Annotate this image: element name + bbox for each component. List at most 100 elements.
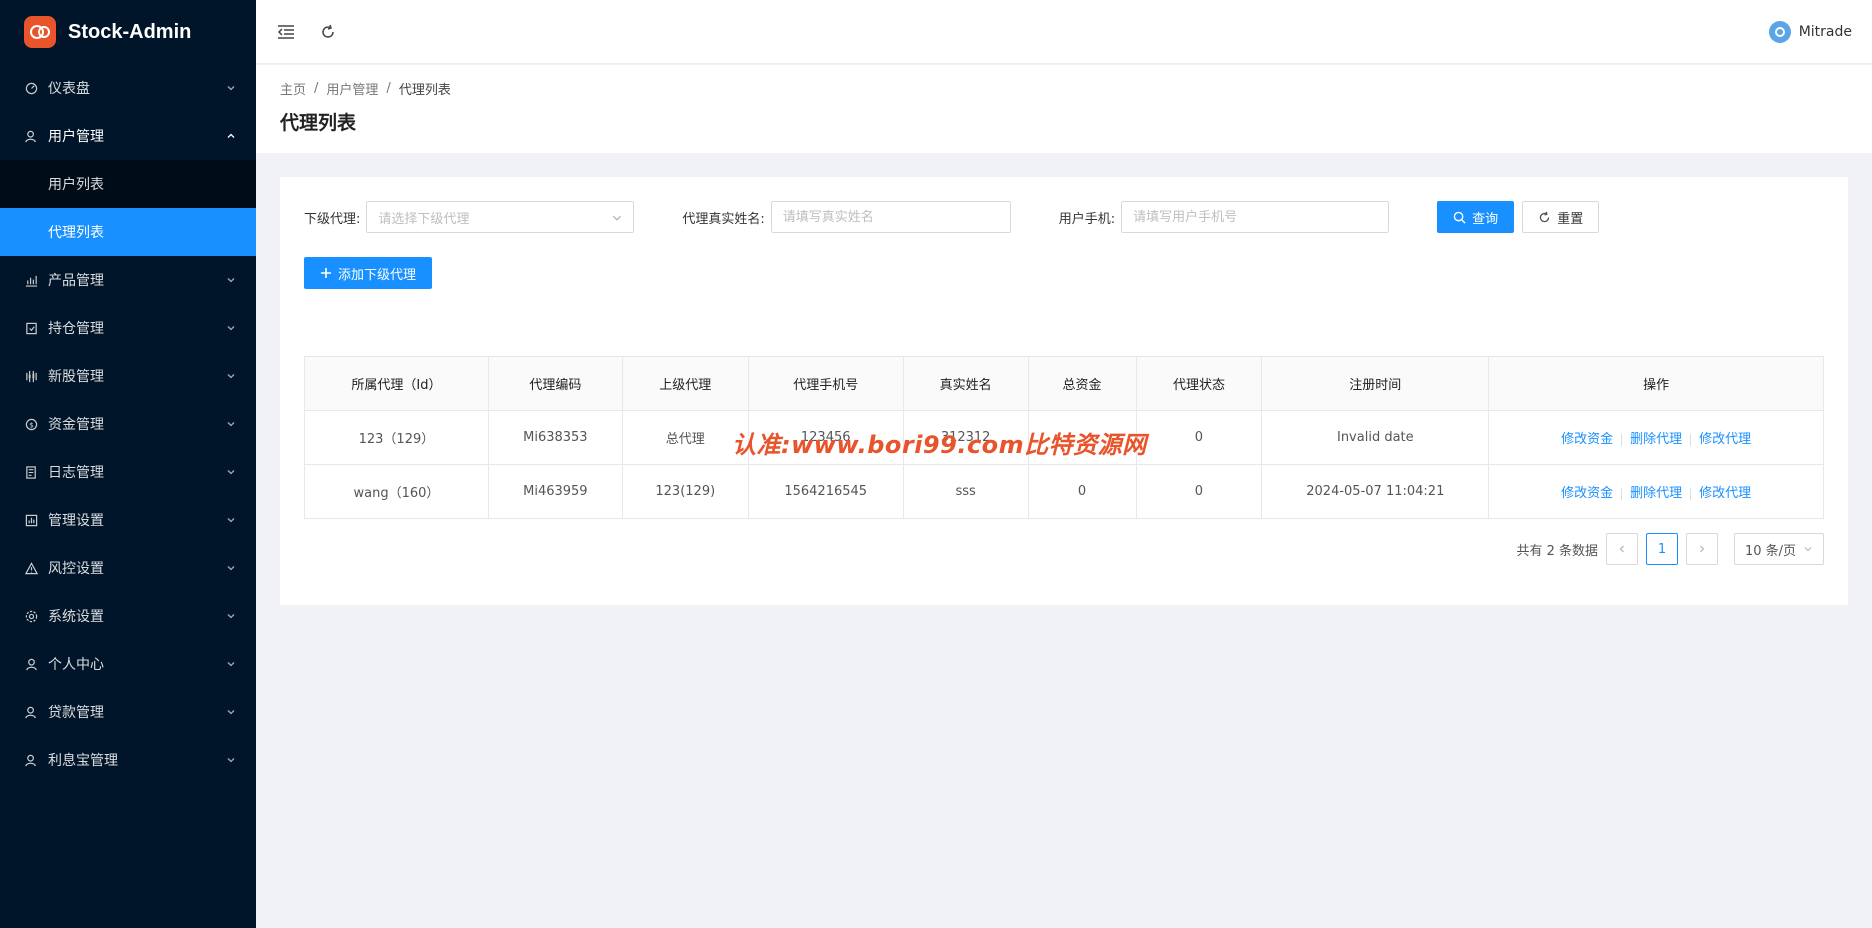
sidebar-item-loans[interactable]: 贷款管理 xyxy=(0,688,256,736)
chevron-down-icon xyxy=(1804,547,1812,552)
sidebar-item-logs[interactable]: 日志管理 xyxy=(0,448,256,496)
plus-icon xyxy=(321,268,331,278)
svg-text:$: $ xyxy=(29,420,34,429)
sidebar-item-label: 产品管理 xyxy=(48,273,104,289)
table-cell: 123（129） xyxy=(304,410,489,465)
user-menu[interactable]: Mitrade xyxy=(1768,20,1852,43)
chevron-down-icon xyxy=(227,662,235,667)
sidebar-item-positions[interactable]: 持仓管理 xyxy=(0,304,256,352)
avatar xyxy=(1768,20,1791,43)
next-page-button[interactable] xyxy=(1686,533,1718,565)
chevron-down-icon xyxy=(227,518,235,523)
breadcrumb-separator: / xyxy=(314,81,319,96)
table-cell: Mi638353 xyxy=(487,410,623,465)
breadcrumb-home[interactable]: 主页 xyxy=(280,79,306,98)
filter-bar: 下级代理: 请选择下级代理 代理真实姓名: 用户手机: 查询 重置 xyxy=(304,201,1824,233)
menu-fold-icon[interactable] xyxy=(276,22,296,42)
column-header: 代理编码 xyxy=(487,356,623,411)
table-cell-actions: 修改资金 删除代理 修改代理 xyxy=(1488,410,1824,465)
sidebar-item-ipo[interactable]: 新股管理 xyxy=(0,352,256,400)
edit-agent-link[interactable]: 修改代理 xyxy=(1699,432,1751,447)
content-card: 下级代理: 请选择下级代理 代理真实姓名: 用户手机: 查询 重置 添加下级代理 xyxy=(280,177,1848,605)
sidebar-item-risk-settings[interactable]: 风控设置 xyxy=(0,544,256,592)
money-icon: $ xyxy=(24,417,38,431)
real-name-label: 代理真实姓名: xyxy=(682,211,765,227)
top-header: Mitrade xyxy=(256,0,1872,64)
search-button[interactable]: 查询 xyxy=(1437,201,1515,233)
sub-agent-placeholder: 请选择下级代理 xyxy=(378,211,470,227)
logo[interactable]: Stock-Admin xyxy=(0,0,256,64)
page-size-select[interactable]: 10 条/页 xyxy=(1734,533,1824,565)
column-header: 注册时间 xyxy=(1261,356,1490,411)
breadcrumb: 主页 / 用户管理 / 代理列表 xyxy=(280,79,1848,98)
reload-icon xyxy=(1539,211,1550,222)
table-cell: 312312 xyxy=(902,410,1029,465)
chevron-down-icon xyxy=(227,86,235,91)
sidebar-item-label: 持仓管理 xyxy=(48,321,104,337)
logo-icon xyxy=(24,16,56,48)
table-cell: wang（160） xyxy=(304,464,489,519)
table-header-row: 所属代理（Id） 代理编码 上级代理 代理手机号 真实姓名 总资金 代理状态 注… xyxy=(304,356,1824,411)
prev-page-button[interactable] xyxy=(1606,533,1638,565)
toolbar: 添加下级代理 xyxy=(304,257,1824,289)
breadcrumb-user-management[interactable]: 用户管理 xyxy=(326,79,378,98)
reset-button[interactable]: 重置 xyxy=(1522,201,1600,233)
sidebar-item-label: 用户管理 xyxy=(48,129,104,145)
sidebar-item-funds[interactable]: $ 资金管理 xyxy=(0,400,256,448)
table-row: 123（129） Mi638353 总代理 123456 312312 0 In… xyxy=(304,410,1824,465)
phone-input[interactable] xyxy=(1121,201,1390,233)
sidebar-item-label: 贷款管理 xyxy=(48,705,104,721)
user-manage-icon xyxy=(24,129,38,143)
sidebar: Stock-Admin 仪表盘 用户管理 用户列表 代理列表 产品管理 持仓管理 xyxy=(0,0,256,928)
sidebar-item-dashboard[interactable]: 仪表盘 xyxy=(0,64,256,112)
table-cell: 总代理 xyxy=(621,410,749,465)
ipo-icon xyxy=(24,369,38,383)
page-size-value: 10 条/页 xyxy=(1745,543,1797,559)
chevron-down-icon xyxy=(227,758,235,763)
chevron-down-icon xyxy=(227,422,235,427)
sidebar-item-user-list[interactable]: 用户列表 xyxy=(0,160,256,208)
edit-funds-link[interactable]: 修改资金 xyxy=(1561,486,1613,501)
sidebar-item-agent-list[interactable]: 代理列表 xyxy=(0,208,256,256)
reset-button-label: 重置 xyxy=(1557,211,1584,227)
sidebar-item-personal-center[interactable]: 个人中心 xyxy=(0,640,256,688)
column-header: 总资金 xyxy=(1027,356,1137,411)
sub-agent-select[interactable]: 请选择下级代理 xyxy=(366,201,635,233)
search-button-label: 查询 xyxy=(1472,211,1499,227)
chevron-up-icon xyxy=(227,133,235,138)
sidebar-item-interest[interactable]: 利息宝管理 xyxy=(0,736,256,784)
divider xyxy=(1621,487,1623,500)
real-name-input[interactable] xyxy=(770,201,1011,233)
chevron-down-icon xyxy=(613,215,622,221)
table-cell: Invalid date xyxy=(1261,410,1490,465)
chevron-down-icon xyxy=(227,374,235,379)
breadcrumb-separator: / xyxy=(386,81,391,96)
sidebar-item-user-management[interactable]: 用户管理 xyxy=(0,112,256,160)
table-cell xyxy=(1027,410,1137,465)
column-header: 代理状态 xyxy=(1135,356,1263,411)
table-row: wang（160） Mi463959 123(129) 1564216545 s… xyxy=(304,464,1824,519)
sidebar-item-admin-settings[interactable]: 管理设置 xyxy=(0,496,256,544)
edit-agent-link[interactable]: 修改代理 xyxy=(1699,486,1751,501)
sidebar-item-label: 利息宝管理 xyxy=(48,753,118,769)
sidebar-item-label: 仪表盘 xyxy=(48,81,90,97)
delete-agent-link[interactable]: 删除代理 xyxy=(1630,432,1682,447)
table-cell: Mi463959 xyxy=(487,464,623,519)
add-sub-agent-label: 添加下级代理 xyxy=(338,267,417,283)
sidebar-item-system-settings[interactable]: 系统设置 xyxy=(0,592,256,640)
table-cell: sss xyxy=(902,464,1029,519)
table-cell: 2024-05-07 11:04:21 xyxy=(1261,464,1490,519)
page-number[interactable]: 1 xyxy=(1646,533,1678,565)
add-sub-agent-button[interactable]: 添加下级代理 xyxy=(304,257,433,289)
column-header: 操作 xyxy=(1488,356,1824,411)
sidebar-item-products[interactable]: 产品管理 xyxy=(0,256,256,304)
edit-funds-link[interactable]: 修改资金 xyxy=(1561,432,1613,447)
reload-icon[interactable] xyxy=(318,22,338,42)
delete-agent-link[interactable]: 删除代理 xyxy=(1630,486,1682,501)
chevron-down-icon xyxy=(227,326,235,331)
chevron-down-icon xyxy=(227,710,235,715)
sub-agent-label: 下级代理: xyxy=(304,211,361,227)
sidebar-item-label: 系统设置 xyxy=(48,609,104,625)
sidebar-item-label: 新股管理 xyxy=(48,369,104,385)
interest-icon xyxy=(24,753,38,767)
